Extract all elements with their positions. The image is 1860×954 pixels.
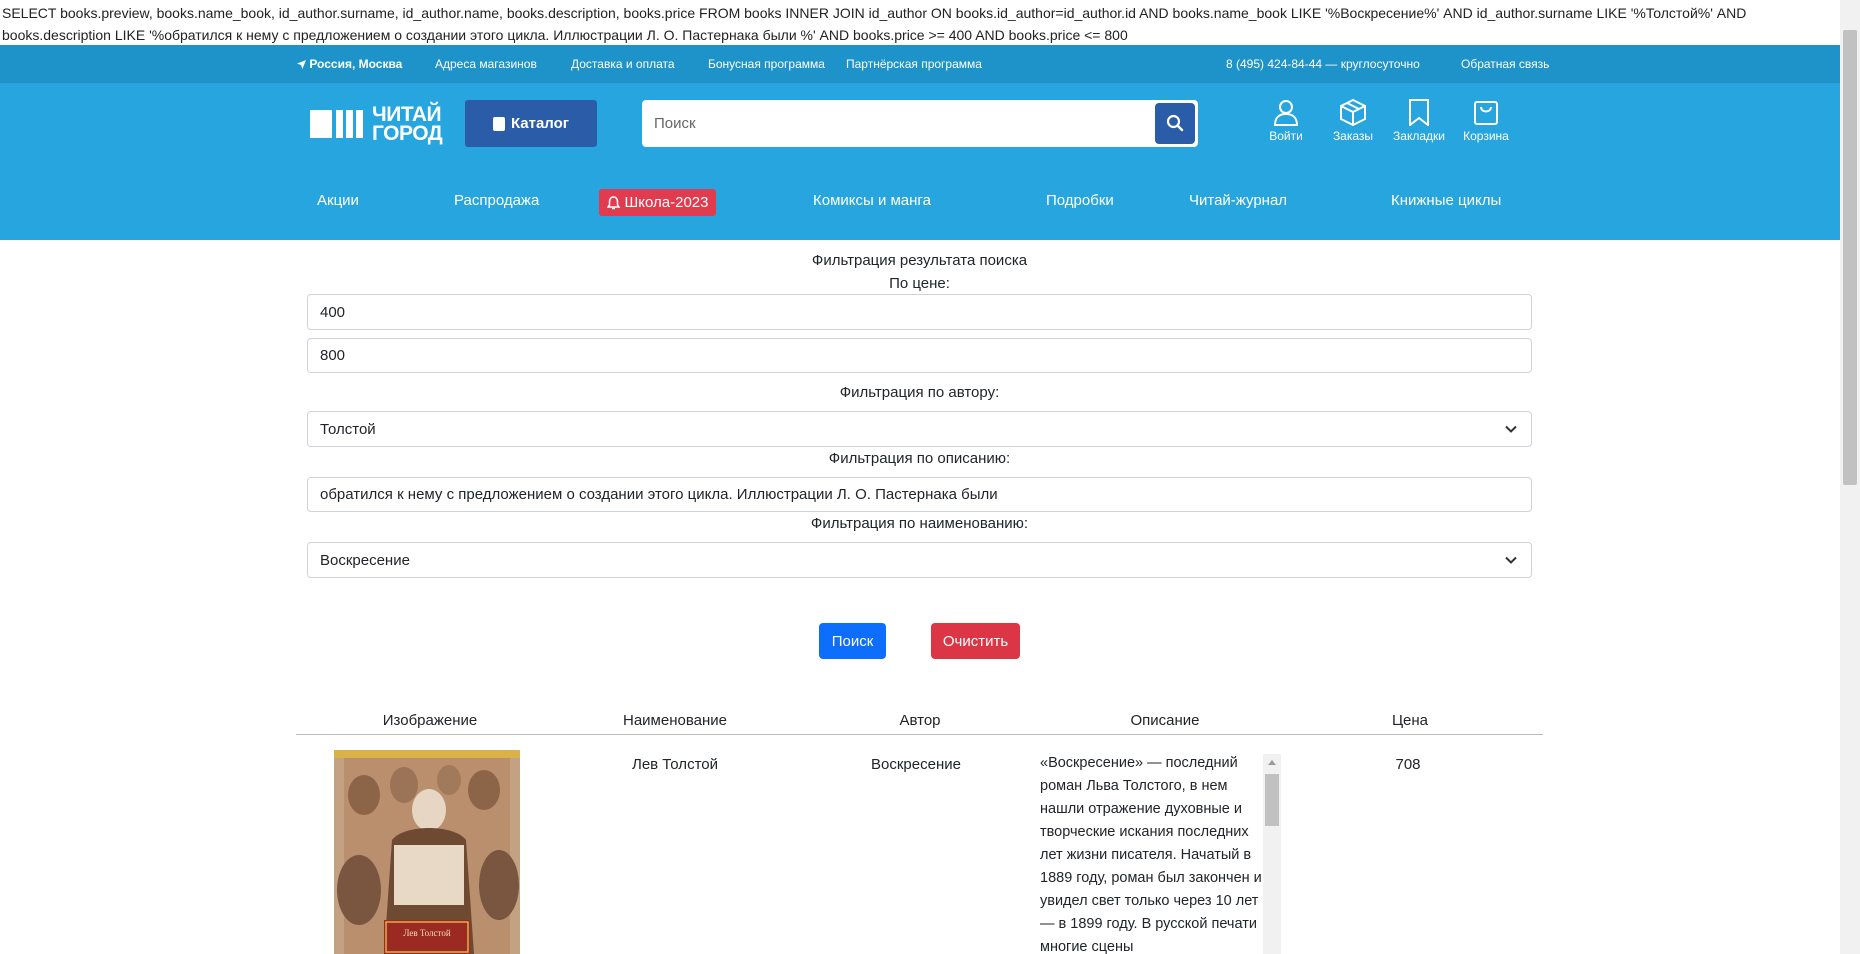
partner-link[interactable]: Партнёрская программа <box>846 57 982 71</box>
nav-item-book-series[interactable]: Книжные циклы <box>1391 192 1501 209</box>
nav-item-comics[interactable]: Комиксы и манга <box>813 192 931 209</box>
bookmark-icon <box>1409 99 1429 126</box>
feedback-link[interactable]: Обратная связь <box>1461 57 1549 71</box>
box-icon <box>1340 98 1366 126</box>
book-cover-illustration <box>334 750 520 954</box>
filter-title: Фильтрация результата поиска <box>811 252 1028 269</box>
name-filter-label: Фильтрация по наименованию: <box>810 515 1029 532</box>
search-icon <box>1166 114 1184 132</box>
search-box <box>642 100 1198 147</box>
search-input[interactable] <box>654 100 1134 147</box>
delivery-link[interactable]: Доставка и оплата <box>571 57 675 71</box>
price-label: По цене: <box>889 275 950 292</box>
col-header-description: Описание <box>1130 712 1200 729</box>
filter-clear-button[interactable]: Очистить <box>931 623 1020 659</box>
orders-button[interactable]: Заказы <box>1325 98 1381 143</box>
description-scrollbar[interactable] <box>1263 754 1281 954</box>
book-cover-image: Лев Толстой <box>334 750 520 954</box>
table-header-divider <box>296 734 1543 735</box>
col-header-author: Автор <box>899 712 941 729</box>
search-submit-button[interactable] <box>1155 103 1195 144</box>
page-scroll-thumb[interactable] <box>1843 30 1857 485</box>
author-filter-label: Фильтрация по автору: <box>839 384 1000 401</box>
phone-link[interactable]: 8 (495) 424-84-44 — круглосуточно <box>1226 57 1420 71</box>
author-select[interactable]: Толстой <box>307 411 1532 447</box>
description-scroll-thumb[interactable] <box>1265 774 1279 826</box>
sql-query-text: SELECT books.preview, books.name_book, i… <box>2 5 1747 43</box>
catalog-button[interactable]: Каталог <box>465 100 597 147</box>
description-filter-label: Фильтрация по описанию: <box>828 450 1011 467</box>
cart-icon <box>1474 101 1498 125</box>
filter-search-button[interactable]: Поиск <box>819 623 886 659</box>
bookmarks-button[interactable]: Закладки <box>1391 98 1447 143</box>
row-description-cell: «Воскресение» — последний роман Льва Тол… <box>1040 755 1262 954</box>
scroll-up-arrow-icon[interactable] <box>1268 760 1276 765</box>
chevron-down-icon <box>1505 556 1517 564</box>
location-link[interactable]: Россия, Москва <box>297 57 402 71</box>
cart-button[interactable]: Корзина <box>1458 98 1514 143</box>
login-button[interactable]: Войти <box>1258 98 1314 143</box>
cover-author-text: Лев Толстой <box>403 928 451 938</box>
nav-item-journal[interactable]: Читай-журнал <box>1189 192 1287 209</box>
nav-item-gifts[interactable]: Подробки <box>1046 192 1114 209</box>
bonus-link[interactable]: Бонусная программа <box>708 57 825 71</box>
stores-link[interactable]: Адреса магазинов <box>435 57 537 71</box>
logo-text[interactable]: ЧИТАЙ ГОРОД <box>372 104 443 144</box>
nav-item-sale[interactable]: Распродажа <box>454 192 539 209</box>
price-min-input[interactable]: 400 <box>307 294 1532 330</box>
nav-item-school[interactable]: Школа-2023 <box>599 189 716 216</box>
bell-icon <box>606 195 620 209</box>
row-name-cell: Лев Толстой <box>631 756 718 773</box>
name-select[interactable]: Воскресение <box>307 542 1532 578</box>
row-author-cell: Воскресение <box>871 756 961 773</box>
top-info-bar: Россия, Москва Адреса магазинов Доставка… <box>0 45 1840 83</box>
location-arrow-icon <box>297 60 306 69</box>
chevron-down-icon <box>1505 425 1517 433</box>
description-input[interactable]: обратился к нему с предложением о создан… <box>307 477 1532 512</box>
price-max-input[interactable]: 800 <box>307 338 1532 373</box>
book-icon <box>492 116 505 131</box>
col-header-price: Цена <box>1391 712 1429 729</box>
col-header-image: Изображение <box>382 712 478 729</box>
row-price-cell: 708 <box>1395 756 1421 773</box>
col-header-name: Наименование <box>623 712 727 729</box>
user-icon <box>1273 100 1299 126</box>
nav-item-promos[interactable]: Акции <box>317 192 359 209</box>
page-scrollbar[interactable] <box>1840 0 1860 954</box>
